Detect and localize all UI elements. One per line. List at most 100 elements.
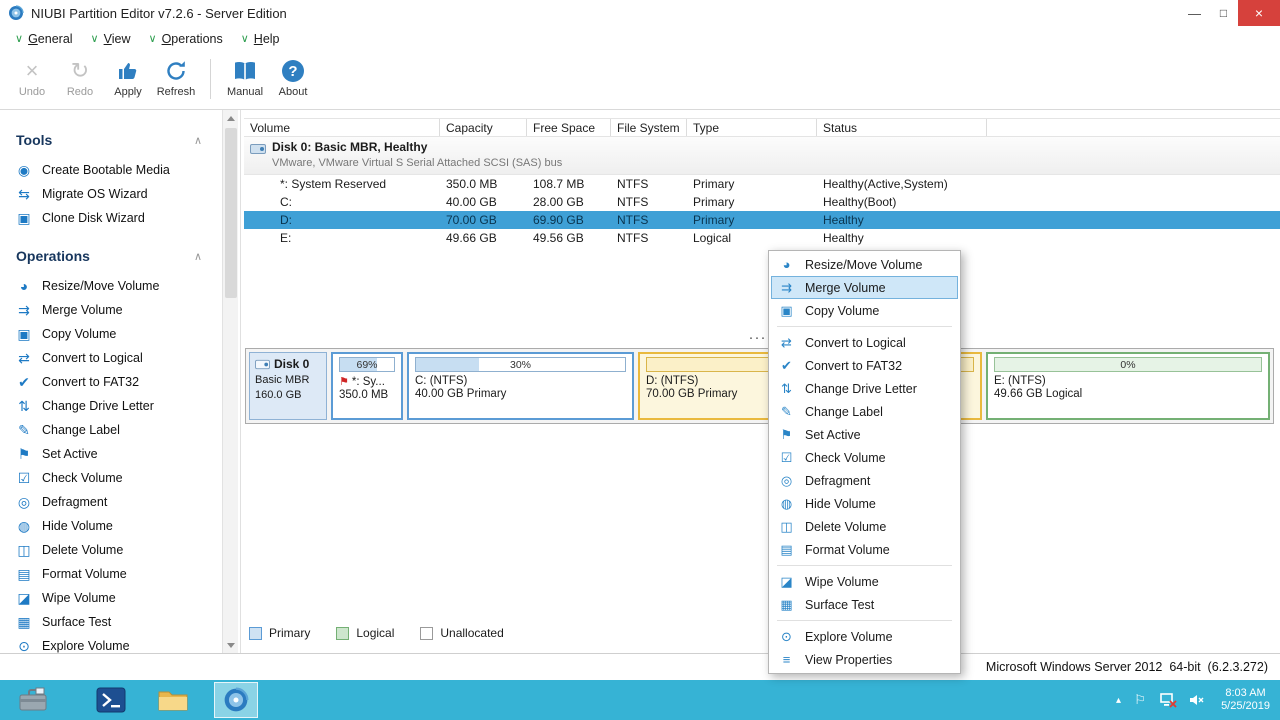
format-volume-icon: ▤ <box>16 566 32 583</box>
volume-row-c[interactable]: C: 40.00 GB 28.00 GB NTFS Primary Health… <box>244 193 1280 211</box>
sidebar-item-clone-disk-wizard[interactable]: ▣ Clone Disk Wizard <box>0 206 222 230</box>
context-menu-item-wipe-volume[interactable]: ◪ Wipe Volume <box>769 570 960 593</box>
sidebar-item-defragment[interactable]: ◎ Defragment <box>0 490 222 514</box>
menu-operations[interactable]: ∨ Operations <box>140 26 232 52</box>
column-header-type[interactable]: Type <box>687 119 817 136</box>
sidebar-item-set-active[interactable]: ⚑ Set Active <box>0 442 222 466</box>
context-menu-item-copy-volume[interactable]: ▣ Copy Volume <box>769 299 960 322</box>
clone-disk-icon: ▣ <box>16 210 32 227</box>
context-menu-item-change-label[interactable]: ✎ Change Label <box>769 400 960 423</box>
niubi-taskbar-button[interactable] <box>214 682 258 718</box>
close-button[interactable]: × <box>1238 0 1280 26</box>
scroll-up-button[interactable] <box>223 110 238 126</box>
refresh-button[interactable]: Refresh <box>152 55 200 109</box>
menu-view[interactable]: ∨ View <box>82 26 140 52</box>
context-menu-item-delete-volume[interactable]: ◫ Delete Volume <box>769 515 960 538</box>
tray-expand-chevron-icon[interactable]: ▴ <box>1116 695 1121 706</box>
disk-group-row[interactable]: Disk 0: Basic MBR, Healthy VMware, VMwar… <box>244 137 1280 175</box>
panel-splitter[interactable]: ···· <box>241 330 1280 344</box>
context-menu-item-set-active[interactable]: ⚑ Set Active <box>769 423 960 446</box>
apply-button[interactable]: Apply <box>104 55 152 109</box>
notification-flag-icon[interactable]: ⚐ <box>1131 692 1149 709</box>
scrollbar-thumb[interactable] <box>225 128 237 298</box>
tools-section-header[interactable]: Tools ∧ <box>0 118 222 158</box>
scroll-down-button[interactable] <box>223 637 238 653</box>
chevron-down-icon: ∨ <box>241 32 249 45</box>
sidebar-item-merge-volume[interactable]: ⇉ Merge Volume <box>0 298 222 322</box>
powershell-button[interactable] <box>88 680 134 720</box>
context-menu-item-check-volume[interactable]: ☑ Check Volume <box>769 446 960 469</box>
disk-map: Disk 0 Basic MBR 160.0 GB 69% ⚑ *: Sy...… <box>245 348 1274 424</box>
sidebar-item-change-drive-letter[interactable]: ⇅ Change Drive Letter <box>0 394 222 418</box>
disk-info-block[interactable]: Disk 0 Basic MBR 160.0 GB <box>249 352 327 420</box>
legend-primary: Primary <box>249 626 310 640</box>
sidebar-item-check-volume[interactable]: ☑ Check Volume <box>0 466 222 490</box>
collapse-chevron-icon[interactable]: ∧ <box>194 134 202 147</box>
redo-icon: ↻ <box>71 60 89 82</box>
server-manager-button[interactable] <box>10 680 56 720</box>
taskbar-clock[interactable]: 8:03 AM 5/25/2019 <box>1221 687 1270 713</box>
change-drive-letter-icon: ⇅ <box>779 381 794 397</box>
menu-general[interactable]: ∨ General <box>6 26 82 52</box>
titlebar: NIUBI Partition Editor v7.2.6 - Server E… <box>0 0 1280 26</box>
context-menu-item-hide-volume[interactable]: ◍ Hide Volume <box>769 492 960 515</box>
collapse-chevron-icon[interactable]: ∧ <box>194 250 202 263</box>
column-header-free-space[interactable]: Free Space <box>527 119 611 136</box>
context-menu-item-surface-test[interactable]: ▦ Surface Test <box>769 593 960 616</box>
bootable-media-icon: ◉ <box>16 162 32 179</box>
sidebar: Tools ∧ ◉ Create Bootable Media ⇆ Migrat… <box>0 110 222 653</box>
file-explorer-button[interactable] <box>150 680 196 720</box>
resize-move-volume-icon: ◕ <box>779 257 794 272</box>
partition-block-e[interactable]: 0% E: (NTFS) 49.66 GB Logical <box>986 352 1270 420</box>
context-menu-item-convert-to-logical[interactable]: ⇄ Convert to Logical <box>769 331 960 354</box>
sidebar-item-create-bootable-media[interactable]: ◉ Create Bootable Media <box>0 158 222 182</box>
sidebar-item-hide-volume[interactable]: ◍ Hide Volume <box>0 514 222 538</box>
disk-icon <box>250 142 266 156</box>
sidebar-item-delete-volume[interactable]: ◫ Delete Volume <box>0 538 222 562</box>
window-title: NIUBI Partition Editor v7.2.6 - Server E… <box>31 6 287 21</box>
context-menu-item-explore-volume[interactable]: ⊙ Explore Volume <box>769 625 960 648</box>
sidebar-item-convert-to-fat32[interactable]: ✔ Convert to FAT32 <box>0 370 222 394</box>
sidebar-item-resize-move-volume[interactable]: ◕ Resize/Move Volume <box>0 274 222 298</box>
sidebar-item-surface-test[interactable]: ▦ Surface Test <box>0 610 222 634</box>
column-header-file-system[interactable]: File System <box>611 119 687 136</box>
column-header-status[interactable]: Status <box>817 119 987 136</box>
context-menu-item-format-volume[interactable]: ▤ Format Volume <box>769 538 960 561</box>
column-header-capacity[interactable]: Capacity <box>440 119 527 136</box>
undo-button[interactable]: × Undo <box>8 55 56 109</box>
sidebar-item-wipe-volume[interactable]: ◪ Wipe Volume <box>0 586 222 610</box>
partition-block-system-reserved[interactable]: 69% ⚑ *: Sy... 350.0 MB <box>331 352 403 420</box>
sidebar-item-format-volume[interactable]: ▤ Format Volume <box>0 562 222 586</box>
taskbar: ▴ ⚐ 8:03 AM 5/25/2019 <box>0 680 1280 720</box>
context-menu-item-change-drive-letter[interactable]: ⇅ Change Drive Letter <box>769 377 960 400</box>
volume-row-e[interactable]: E: 49.66 GB 49.56 GB NTFS Logical Health… <box>244 229 1280 247</box>
minimize-button[interactable]: — <box>1180 0 1209 26</box>
clock-time: 8:03 AM <box>1221 687 1270 700</box>
volume-row-d[interactable]: D: 70.00 GB 69.90 GB NTFS Primary Health… <box>244 211 1280 229</box>
sidebar-item-explore-volume[interactable]: ⊙ Explore Volume <box>0 634 222 653</box>
sidebar-item-convert-to-logical[interactable]: ⇄ Convert to Logical <box>0 346 222 370</box>
convert-to-fat32-icon: ✔ <box>779 358 794 374</box>
context-menu-item-defragment[interactable]: ◎ Defragment <box>769 469 960 492</box>
sidebar-item-copy-volume[interactable]: ▣ Copy Volume <box>0 322 222 346</box>
maximize-button[interactable]: □ <box>1209 0 1238 26</box>
cell-volume: D: <box>244 213 440 227</box>
partition-block-c[interactable]: 30% C: (NTFS) 40.00 GB Primary <box>407 352 634 420</box>
manual-button[interactable]: Manual <box>221 55 269 109</box>
redo-button[interactable]: ↻ Redo <box>56 55 104 109</box>
menu-help[interactable]: ∨ Help <box>232 26 289 52</box>
context-menu-item-merge-volume[interactable]: ⇉ Merge Volume <box>771 276 958 299</box>
operations-section-header[interactable]: Operations ∧ <box>0 230 222 274</box>
sidebar-item-migrate-os-wizard[interactable]: ⇆ Migrate OS Wizard <box>0 182 222 206</box>
column-header-volume[interactable]: Volume <box>244 119 440 136</box>
sidebar-scrollbar[interactable] <box>222 110 238 653</box>
context-menu-item-resize-move-volume[interactable]: ◕ Resize/Move Volume <box>769 253 960 276</box>
sidebar-item-change-label[interactable]: ✎ Change Label <box>0 418 222 442</box>
about-button[interactable]: ? About <box>269 55 317 109</box>
context-menu-item-view-properties[interactable]: ≡ View Properties <box>769 648 960 671</box>
explore-volume-icon: ⊙ <box>779 629 794 645</box>
volume-row-system-reserved[interactable]: *: System Reserved 350.0 MB 108.7 MB NTF… <box>244 175 1280 193</box>
context-menu-item-convert-to-fat32[interactable]: ✔ Convert to FAT32 <box>769 354 960 377</box>
network-status-icon[interactable] <box>1159 692 1177 709</box>
volume-status-icon[interactable] <box>1187 692 1205 709</box>
